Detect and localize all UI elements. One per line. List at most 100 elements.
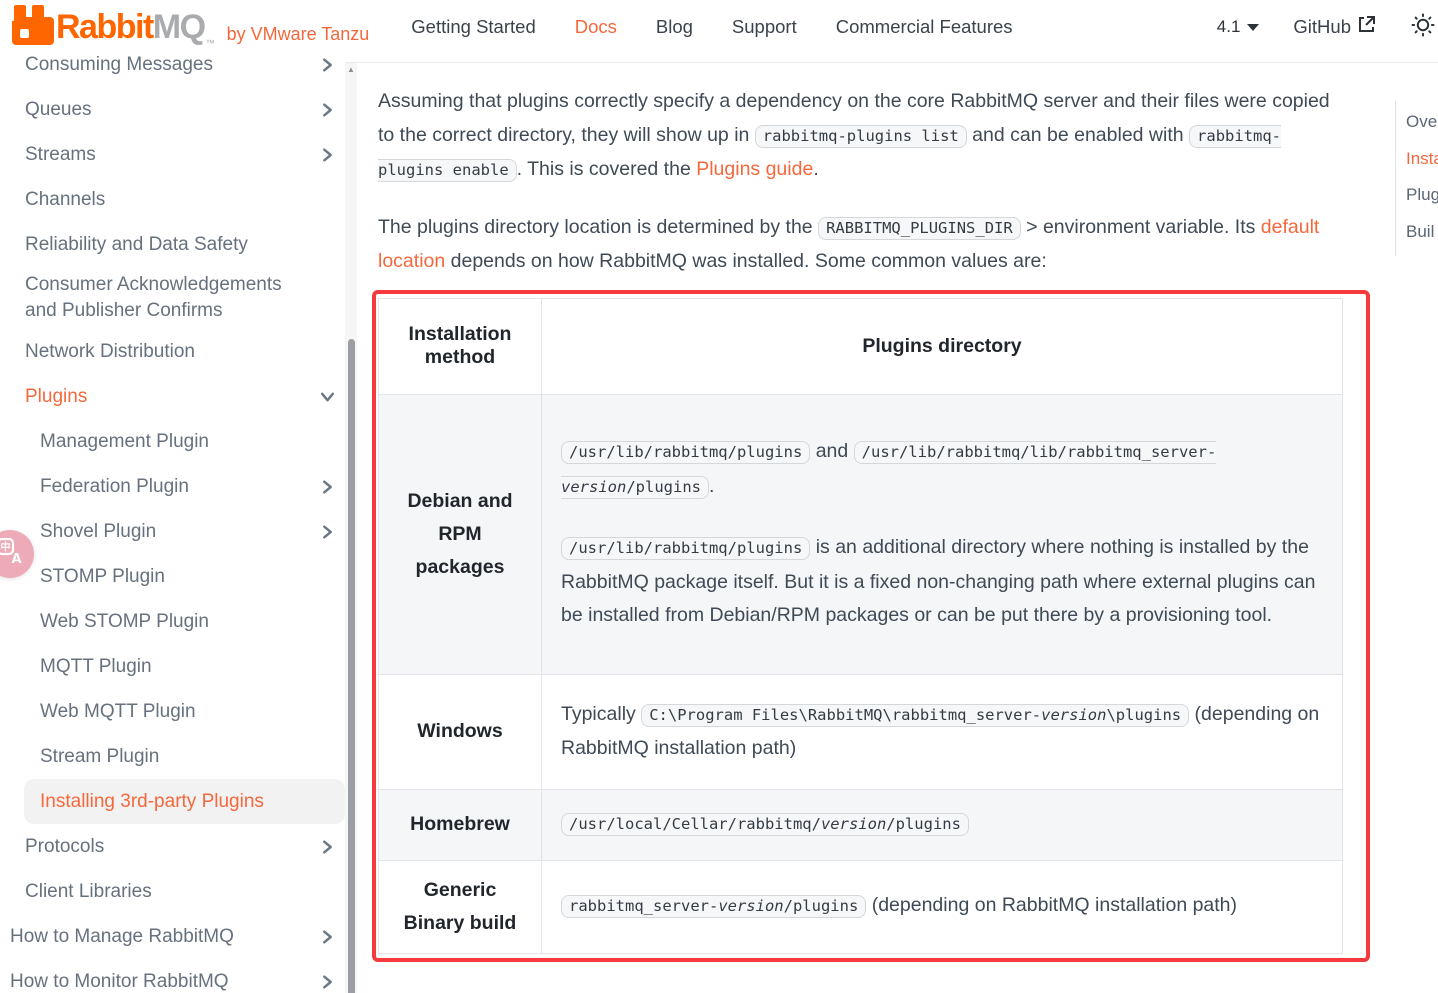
cell-text: (depending on RabbitMQ installation path… — [866, 894, 1238, 917]
table-header-row: Installation method Plugins directory — [378, 297, 1343, 395]
paragraph-2-text: depends on how RabbitMQ was installed. S… — [445, 250, 1047, 272]
sidebar-item-label: Management Plugin — [40, 430, 209, 452]
version-label: 4.1 — [1216, 17, 1241, 36]
table-row-homebrew: Homebrew/usr/local/Cellar/rabbitmq/versi… — [378, 788, 1343, 861]
brand-byline: by VMware Tanzu — [226, 23, 370, 44]
sidebar-scrollbar[interactable]: ▲ — [345, 63, 357, 993]
brand-rabbit: Rabbit — [56, 8, 154, 46]
caret-down-icon — [1247, 23, 1260, 31]
github-link[interactable]: GitHub — [1293, 15, 1376, 39]
cell-text: . — [708, 474, 715, 497]
nav-link-docs[interactable]: Docs — [575, 16, 617, 38]
paragraph-2-text: > environment variable. Its — [1020, 215, 1261, 238]
sidebar-item-streams[interactable]: Streams — [0, 132, 357, 177]
scrollbar-thumb[interactable] — [347, 339, 355, 993]
paragraph-2-text: The plugins directory location is determ… — [378, 215, 819, 238]
table-header-cell-plugins-directory: Plugins directory — [541, 297, 1343, 395]
sidebar-item-label: Plugins — [25, 385, 88, 407]
sidebar-item-label: Consumer Acknowledgements and Publisher … — [25, 274, 282, 321]
inline-code: C:\Program Files\RabbitMQ\rabbitmq_serve… — [641, 703, 1190, 727]
navbar: RabbitMQ ™ by VMware Tanzu Getting Start… — [0, 0, 1438, 54]
rabbitmq-logo-icon — [8, 3, 54, 52]
table-row-windows: Windows Typically C:\Program Files\Rabbit… — [378, 673, 1343, 790]
sidebar-item-label: Network Distribution — [25, 340, 195, 362]
method-cell: Generic Binary build — [378, 859, 542, 954]
inline-code: RABBITMQ_PLUGINS_DIR — [818, 216, 1021, 240]
sidebar-item-stomp-plugin[interactable]: STOMP Plugin — [0, 554, 357, 599]
sidebar-item-mqtt-plugin[interactable]: MQTT Plugin — [0, 644, 357, 689]
sidebar-item-label: How to Monitor RabbitMQ — [10, 970, 229, 992]
sidebar-item-federation-plugin[interactable]: Federation Plugin — [0, 464, 357, 509]
theme-toggle[interactable] — [1410, 12, 1436, 43]
sidebar-item-consuming-messages[interactable]: Consuming Messages — [0, 54, 357, 87]
sidebar-item-reliability-and-data-safety[interactable]: Reliability and Data Safety — [0, 222, 357, 267]
sidebar-item-queues[interactable]: Queues — [0, 87, 357, 132]
directory-cell: rabbitmq_server-version/plugins (dependi… — [541, 859, 1343, 954]
toc-item-insta[interactable]: Insta — [1406, 141, 1438, 178]
sidebar-item-protocols[interactable]: Protocols — [0, 824, 357, 869]
paragraph-1: Assuming that plugins correctly specify … — [378, 85, 1345, 188]
nav-link-support[interactable]: Support — [732, 16, 797, 38]
toc-item-buil[interactable]: Buil — [1406, 214, 1438, 251]
sidebar-item-management-plugin[interactable]: Management Plugin — [0, 419, 357, 464]
inline-code: /usr/lib/rabbitmq/plugins — [561, 537, 811, 561]
sidebar-item-shovel-plugin[interactable]: Shovel Plugin — [0, 509, 357, 554]
scroll-up-icon[interactable]: ▲ — [345, 65, 357, 74]
nav-link-commercial-features[interactable]: Commercial Features — [836, 16, 1013, 38]
directory-cell: /usr/lib/rabbitmq/plugins and /usr/lib/r… — [541, 393, 1343, 675]
doc-paragraphs: Assuming that plugins correctly specify … — [378, 85, 1345, 279]
sidebar-item-label: Installing 3rd-party Plugins — [40, 790, 264, 812]
sidebar-item-label: Streams — [25, 143, 96, 165]
sidebar-item-how-to-manage-rabbitmq[interactable]: How to Manage RabbitMQ — [0, 914, 357, 959]
sidebar-item-network-distribution[interactable]: Network Distribution — [0, 329, 357, 374]
sidebar-item-how-to-monitor-rabbitmq[interactable]: How to Monitor RabbitMQ — [0, 959, 357, 993]
chevron-right-icon — [320, 929, 335, 944]
link-plugins-guide[interactable]: Plugins guide — [696, 158, 813, 180]
chevron-right-icon — [320, 479, 335, 494]
nav-link-blog[interactable]: Blog — [656, 16, 693, 38]
toc-item-plug[interactable]: Plug — [1406, 177, 1438, 214]
method-cell: Windows — [378, 673, 542, 790]
sidebar-item-label: How to Manage RabbitMQ — [10, 925, 234, 947]
sidebar-item-label: Channels — [25, 188, 106, 210]
sidebar-item-label: Consuming Messages — [25, 54, 213, 75]
sidebar-item-label: Protocols — [25, 835, 105, 857]
nav-link-getting-started[interactable]: Getting Started — [411, 16, 535, 38]
chevron-right-icon — [320, 974, 335, 989]
brand-mq: MQ — [152, 8, 206, 46]
paragraph-1-text: . This is covered the — [516, 158, 697, 180]
table-row-debian-and-rpm-packages: Debian and RPM packages/usr/lib/rabbitmq… — [378, 393, 1343, 675]
sidebar-item-label: STOMP Plugin — [40, 565, 165, 587]
sidebar-item-label: Stream Plugin — [40, 745, 160, 767]
rabbitmq-home-link[interactable]: RabbitMQ ™ by VMware Tanzu — [8, 3, 369, 52]
inline-code: rabbitmq_server-version/plugins — [561, 895, 867, 919]
sidebar-item-label: Queues — [25, 98, 92, 120]
sidebar-item-web-stomp-plugin[interactable]: Web STOMP Plugin — [0, 599, 357, 644]
version-dropdown[interactable]: 4.1 — [1217, 17, 1260, 37]
method-cell: Homebrew — [378, 788, 542, 861]
sidebar-item-consumer-acknowledgements-and-publisher-confirms[interactable]: Consumer Acknowledgements and Publisher … — [0, 267, 357, 329]
cell-paragraph-1: /usr/lib/rabbitmq/plugins and /usr/lib/r… — [561, 435, 1323, 504]
sidebar-item-client-libraries[interactable]: Client Libraries — [0, 869, 357, 914]
cell-paragraph-1: Typically C:\Program Files\RabbitMQ\rabb… — [561, 698, 1323, 766]
doc-content: Assuming that plugins correctly specify … — [372, 62, 1370, 962]
table-of-contents: OverInstaPlugBuil — [1395, 101, 1438, 256]
svg-text:A: A — [11, 552, 21, 565]
translate-icon: 中 A — [0, 537, 24, 570]
sidebar-item-label: Web STOMP Plugin — [40, 610, 209, 632]
sidebar-item-label: Client Libraries — [25, 880, 152, 902]
sidebar-item-web-mqtt-plugin[interactable]: Web MQTT Plugin — [0, 689, 357, 734]
sidebar-item-installing-3rd-party-plugins[interactable]: Installing 3rd-party Plugins — [24, 779, 345, 824]
table-body: Debian and RPM packages/usr/lib/rabbitmq… — [378, 393, 1343, 954]
paragraph-1-text: and can be enabled with — [966, 123, 1190, 146]
github-label: GitHub — [1293, 16, 1351, 37]
cell-paragraph-2: /usr/lib/rabbitmq/plugins is an addition… — [561, 531, 1323, 633]
toc-item-over[interactable]: Over — [1406, 104, 1438, 141]
paragraph-2: The plugins directory location is determ… — [378, 211, 1345, 279]
chevron-right-icon — [320, 102, 335, 117]
sidebar-item-channels[interactable]: Channels — [0, 177, 357, 222]
sidebar-item-plugins[interactable]: Plugins — [0, 374, 357, 419]
sidebar-item-stream-plugin[interactable]: Stream Plugin — [0, 734, 357, 779]
method-cell: Debian and RPM packages — [378, 393, 542, 675]
inline-code: rabbitmq-plugins list — [754, 124, 967, 148]
